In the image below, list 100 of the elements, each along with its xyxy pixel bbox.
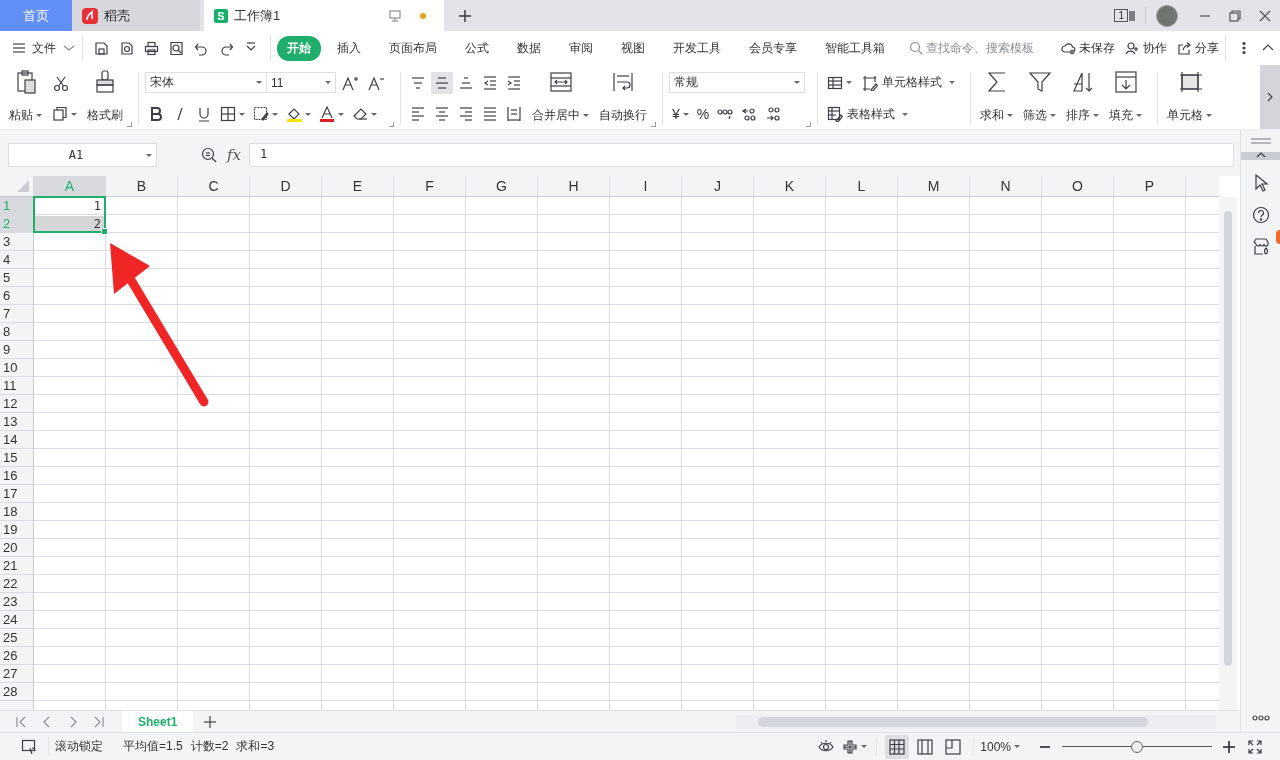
row-header[interactable]: 18 (0, 503, 34, 521)
column-header[interactable]: O (1042, 176, 1114, 197)
row-header[interactable]: 14 (0, 431, 34, 449)
column-header[interactable]: K (754, 176, 826, 197)
sum-button[interactable]: 求和 (977, 68, 1016, 129)
font-size-select[interactable]: 11 (266, 72, 336, 94)
collaborate-button[interactable]: 协作 (1125, 39, 1167, 57)
column-header[interactable]: G (466, 176, 538, 197)
font-select[interactable]: 宋体 (145, 72, 267, 94)
document-tab[interactable]: S 工作簿1 (204, 0, 444, 31)
row-header[interactable]: 17 (0, 485, 34, 503)
column-header[interactable]: E (322, 176, 394, 197)
help-icon[interactable] (1251, 206, 1270, 224)
row-header[interactable]: 25 (0, 629, 34, 647)
ribbon-tab[interactable]: 会员专享 (737, 35, 809, 61)
row-header[interactable]: 3 (0, 233, 34, 251)
row-header[interactable]: 23 (0, 593, 34, 611)
format-painter-button[interactable]: 格式刷 (84, 68, 126, 129)
row-header[interactable]: 28 (0, 683, 34, 701)
print-preview-icon[interactable] (169, 40, 184, 56)
collapse-bar[interactable] (1241, 152, 1280, 160)
first-sheet-icon[interactable] (14, 714, 28, 729)
document-tab[interactable]: 稻壳 (72, 0, 200, 31)
row-header[interactable]: 8 (0, 323, 34, 341)
number-format-select[interactable]: 常规 (669, 72, 805, 94)
formula-field[interactable]: 1 (249, 143, 1234, 167)
ribbon-tab[interactable]: 开发工具 (661, 35, 733, 61)
wrap-text-button[interactable]: 自动换行 (596, 68, 650, 129)
row-header[interactable]: 22 (0, 575, 34, 593)
row-header[interactable]: 26 (0, 647, 34, 665)
merge-center-button[interactable]: 合并居中 (529, 68, 592, 129)
percent-button[interactable]: % (693, 103, 713, 126)
fill-button[interactable]: 填充 (1106, 68, 1145, 129)
column-header[interactable]: M (898, 176, 970, 197)
ribbon-tab[interactable]: 页面布局 (377, 35, 449, 61)
save-status-button[interactable]: 未保存 (1061, 39, 1115, 57)
file-menu[interactable]: 文件 (12, 39, 76, 57)
side-tab[interactable] (1276, 230, 1280, 244)
align-middle-button[interactable] (431, 71, 453, 94)
cell-styles-button[interactable]: 单元格样式 (859, 71, 958, 95)
function-button[interactable]: fx (227, 146, 241, 164)
filter-button[interactable]: 筛选 (1020, 68, 1059, 129)
more-icon[interactable] (1251, 714, 1270, 722)
ribbon-tab[interactable]: 数据 (505, 35, 553, 61)
fill-handle[interactable] (101, 228, 108, 235)
table-styles-button[interactable]: 表格样式 (824, 102, 911, 126)
column-header[interactable]: B (106, 176, 178, 197)
row-header[interactable]: 11 (0, 377, 34, 395)
dialog-launcher-icon[interactable] (127, 122, 132, 127)
row-header[interactable]: 10 (0, 359, 34, 377)
row-header[interactable]: 9 (0, 341, 34, 359)
zoom-in-icon[interactable] (1222, 739, 1236, 754)
column-header[interactable]: I (610, 176, 682, 197)
row-header[interactable]: 15 (0, 449, 34, 467)
row-header[interactable]: 13 (0, 413, 34, 431)
column-header[interactable]: L (826, 176, 898, 197)
row-header[interactable]: 27 (0, 665, 34, 683)
ribbon-tab[interactable]: 公式 (453, 35, 501, 61)
column-header[interactable]: P (1114, 176, 1186, 197)
row-header[interactable]: 21 (0, 557, 34, 575)
row-header[interactable]: 24 (0, 611, 34, 629)
close-icon[interactable] (1258, 8, 1272, 23)
ribbon-tab[interactable]: 插入 (325, 35, 373, 61)
name-box[interactable]: A1 (8, 143, 157, 167)
column-header[interactable]: C (178, 176, 250, 197)
dialog-launcher-icon[interactable] (651, 122, 656, 127)
full-screen-icon[interactable] (1247, 738, 1263, 755)
last-sheet-icon[interactable] (92, 714, 106, 729)
new-tab-icon[interactable] (458, 8, 472, 23)
column-header[interactable]: J (682, 176, 754, 197)
restore-icon[interactable] (1228, 8, 1242, 23)
row-header[interactable]: 19 (0, 521, 34, 539)
column-header[interactable]: F (394, 176, 466, 197)
row-header[interactable]: 12 (0, 395, 34, 413)
normal-view-button[interactable] (885, 734, 910, 759)
row-header[interactable]: 4 (0, 251, 34, 269)
dialog-launcher-icon[interactable] (389, 122, 394, 127)
drag-handle-icon[interactable] (1248, 136, 1273, 146)
row-header[interactable]: 7 (0, 305, 34, 323)
sort-button[interactable]: 排序 (1063, 68, 1102, 129)
column-header[interactable]: N (970, 176, 1042, 197)
ribbon-tab[interactable]: 智能工具箱 (813, 35, 897, 61)
row-header[interactable]: 20 (0, 539, 34, 557)
row-header[interactable]: 6 (0, 287, 34, 305)
row-header[interactable]: 5 (0, 269, 34, 287)
save-icon[interactable] (94, 40, 109, 56)
column-header[interactable]: H (538, 176, 610, 197)
scroll-lock-label[interactable]: 滚动锁定 (55, 738, 103, 755)
zoom-formula-icon[interactable] (201, 147, 217, 163)
row-header[interactable]: 16 (0, 467, 34, 485)
cell-button[interactable]: 单元格 (1164, 68, 1215, 129)
pointer-icon[interactable] (1252, 174, 1269, 192)
horizontal-scrollbar[interactable] (736, 714, 1216, 729)
print-icon[interactable] (144, 40, 159, 56)
ribbon-tab[interactable]: 视图 (609, 35, 657, 61)
share-button[interactable]: 分享 (1177, 39, 1219, 57)
search-field[interactable]: 查找命令、搜索模板 (909, 41, 1039, 55)
ribbon-tab[interactable]: 审阅 (557, 35, 605, 61)
export-icon[interactable] (119, 40, 134, 56)
zoom-select[interactable]: 100% (980, 739, 1020, 754)
